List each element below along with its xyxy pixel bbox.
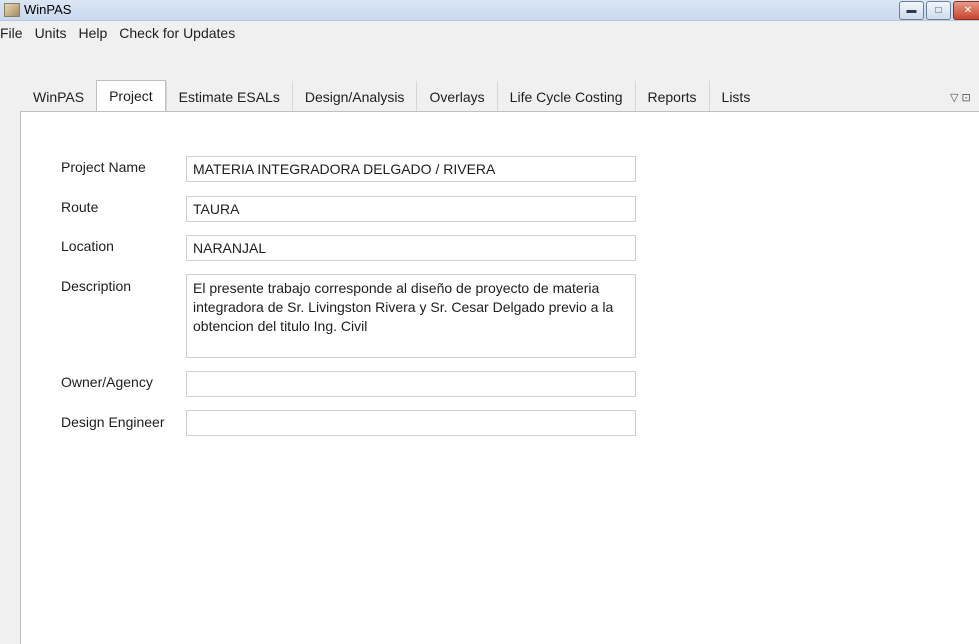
design-engineer-label: Design Engineer	[61, 414, 165, 430]
description-label: Description	[61, 278, 132, 294]
close-button[interactable]: ✕	[953, 1, 979, 20]
maximize-button[interactable]: □	[926, 1, 951, 20]
tab-bar: WinPAS Project Estimate ESALs Design/Ana…	[21, 80, 763, 112]
tab-estimate-esals[interactable]: Estimate ESALs	[165, 81, 292, 112]
title-bar: WinPAS ▬ □ ✕	[0, 0, 979, 21]
maximize-icon: □	[935, 5, 942, 16]
tab-menu-icon[interactable]: ▽ ⊡	[950, 91, 971, 104]
route-label: Route	[61, 199, 99, 215]
tab-reports[interactable]: Reports	[634, 81, 709, 112]
owner-agency-label: Owner/Agency	[61, 374, 153, 390]
description-textarea[interactable]: El presente trabajo corresponde al diseñ…	[186, 274, 636, 358]
winpas-app-icon	[4, 3, 20, 17]
owner-agency-input[interactable]	[186, 371, 636, 397]
menu: File Units Help Check for Updates	[0, 21, 241, 44]
left-frame	[0, 111, 21, 644]
tab-design-analysis[interactable]: Design/Analysis	[291, 81, 417, 112]
tab-overlays[interactable]: Overlays	[416, 81, 497, 112]
tab-life-cycle-costing[interactable]: Life Cycle Costing	[496, 81, 635, 112]
close-icon: ✕	[963, 5, 973, 16]
design-engineer-input[interactable]	[186, 410, 636, 436]
project-name-input[interactable]	[186, 156, 636, 182]
menu-file[interactable]: File	[0, 25, 29, 41]
route-input[interactable]	[186, 196, 636, 222]
menu-help[interactable]: Help	[72, 25, 113, 41]
tab-project[interactable]: Project	[96, 80, 166, 112]
minimize-icon: ▬	[906, 5, 917, 16]
project-name-label: Project Name	[61, 159, 146, 175]
minimize-button[interactable]: ▬	[899, 1, 924, 20]
tab-winpas[interactable]: WinPAS	[21, 81, 97, 112]
menu-check-for-updates[interactable]: Check for Updates	[113, 25, 241, 41]
tab-lists[interactable]: Lists	[708, 81, 763, 112]
menu-units[interactable]: Units	[29, 25, 73, 41]
location-input[interactable]	[186, 235, 636, 261]
window-title: WinPAS	[24, 2, 72, 17]
location-label: Location	[61, 238, 114, 254]
